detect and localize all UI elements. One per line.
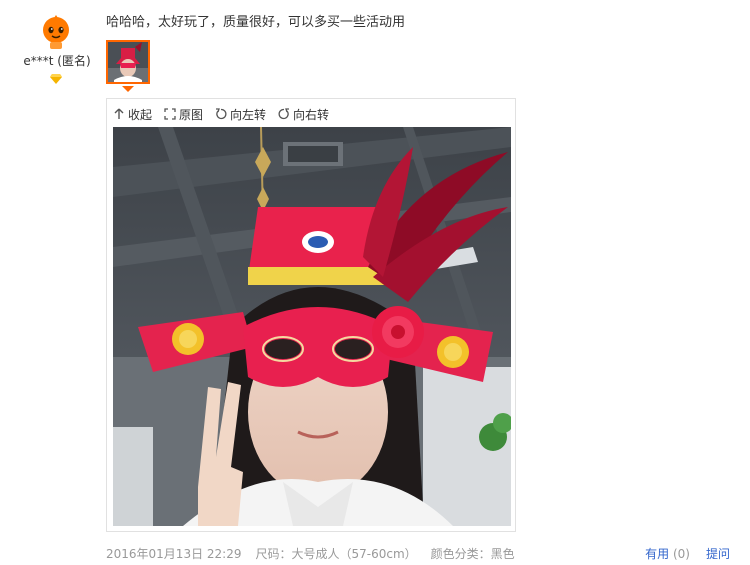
- review-photo: [113, 127, 511, 526]
- useful-count: (0): [672, 547, 690, 561]
- ask-question-button[interactable]: 提问: [706, 545, 730, 562]
- review-text: 哈哈哈，太好玩了，质量很好，可以多买一些活动用: [106, 15, 406, 30]
- collapse-button[interactable]: 收起: [113, 105, 152, 123]
- product-color: 颜色分类：黑色: [430, 547, 515, 561]
- review-photo-thumbnail[interactable]: [106, 40, 150, 84]
- review-meta: 2016年01月13日 22:29 尺码：大号成人（57-60cm） 颜色分类：…: [106, 545, 515, 562]
- orange-mascot-icon: [37, 12, 75, 50]
- photo-thumbnail-image: [108, 42, 148, 82]
- review-photo-image: [113, 127, 511, 526]
- product-size: 尺码：大号成人（57-60cm）: [255, 547, 417, 561]
- collapse-label: 收起: [128, 107, 153, 122]
- photo-viewer: 收起 原图 向左转 向右转: [106, 98, 516, 532]
- original-image-button[interactable]: 原图: [164, 105, 203, 123]
- thumbnail-selected-caret: [122, 86, 134, 92]
- fullscreen-icon: [164, 108, 176, 120]
- viewer-toolbar: 收起 原图 向左转 向右转: [113, 105, 329, 123]
- rotate-left-button[interactable]: 向左转: [215, 105, 266, 123]
- gold-diamond-icon: [50, 74, 62, 84]
- useful-label: 有用: [645, 547, 670, 561]
- rotate-left-label: 向左转: [230, 107, 267, 122]
- review-actions: 有用 (0) 提问: [645, 545, 730, 562]
- username: e***t (匿名): [23, 54, 91, 68]
- rotate-right-button[interactable]: 向右转: [278, 105, 329, 123]
- original-image-label: 原图: [179, 107, 204, 122]
- arrow-up-icon: [114, 108, 124, 119]
- useful-button[interactable]: 有用 (0): [645, 545, 690, 562]
- rotate-right-label: 向右转: [293, 107, 330, 122]
- avatar[interactable]: [37, 12, 75, 50]
- rotate-left-icon: [216, 108, 227, 120]
- review-date: 2016年01月13日 22:29: [106, 547, 242, 561]
- rotate-right-icon: [278, 108, 290, 120]
